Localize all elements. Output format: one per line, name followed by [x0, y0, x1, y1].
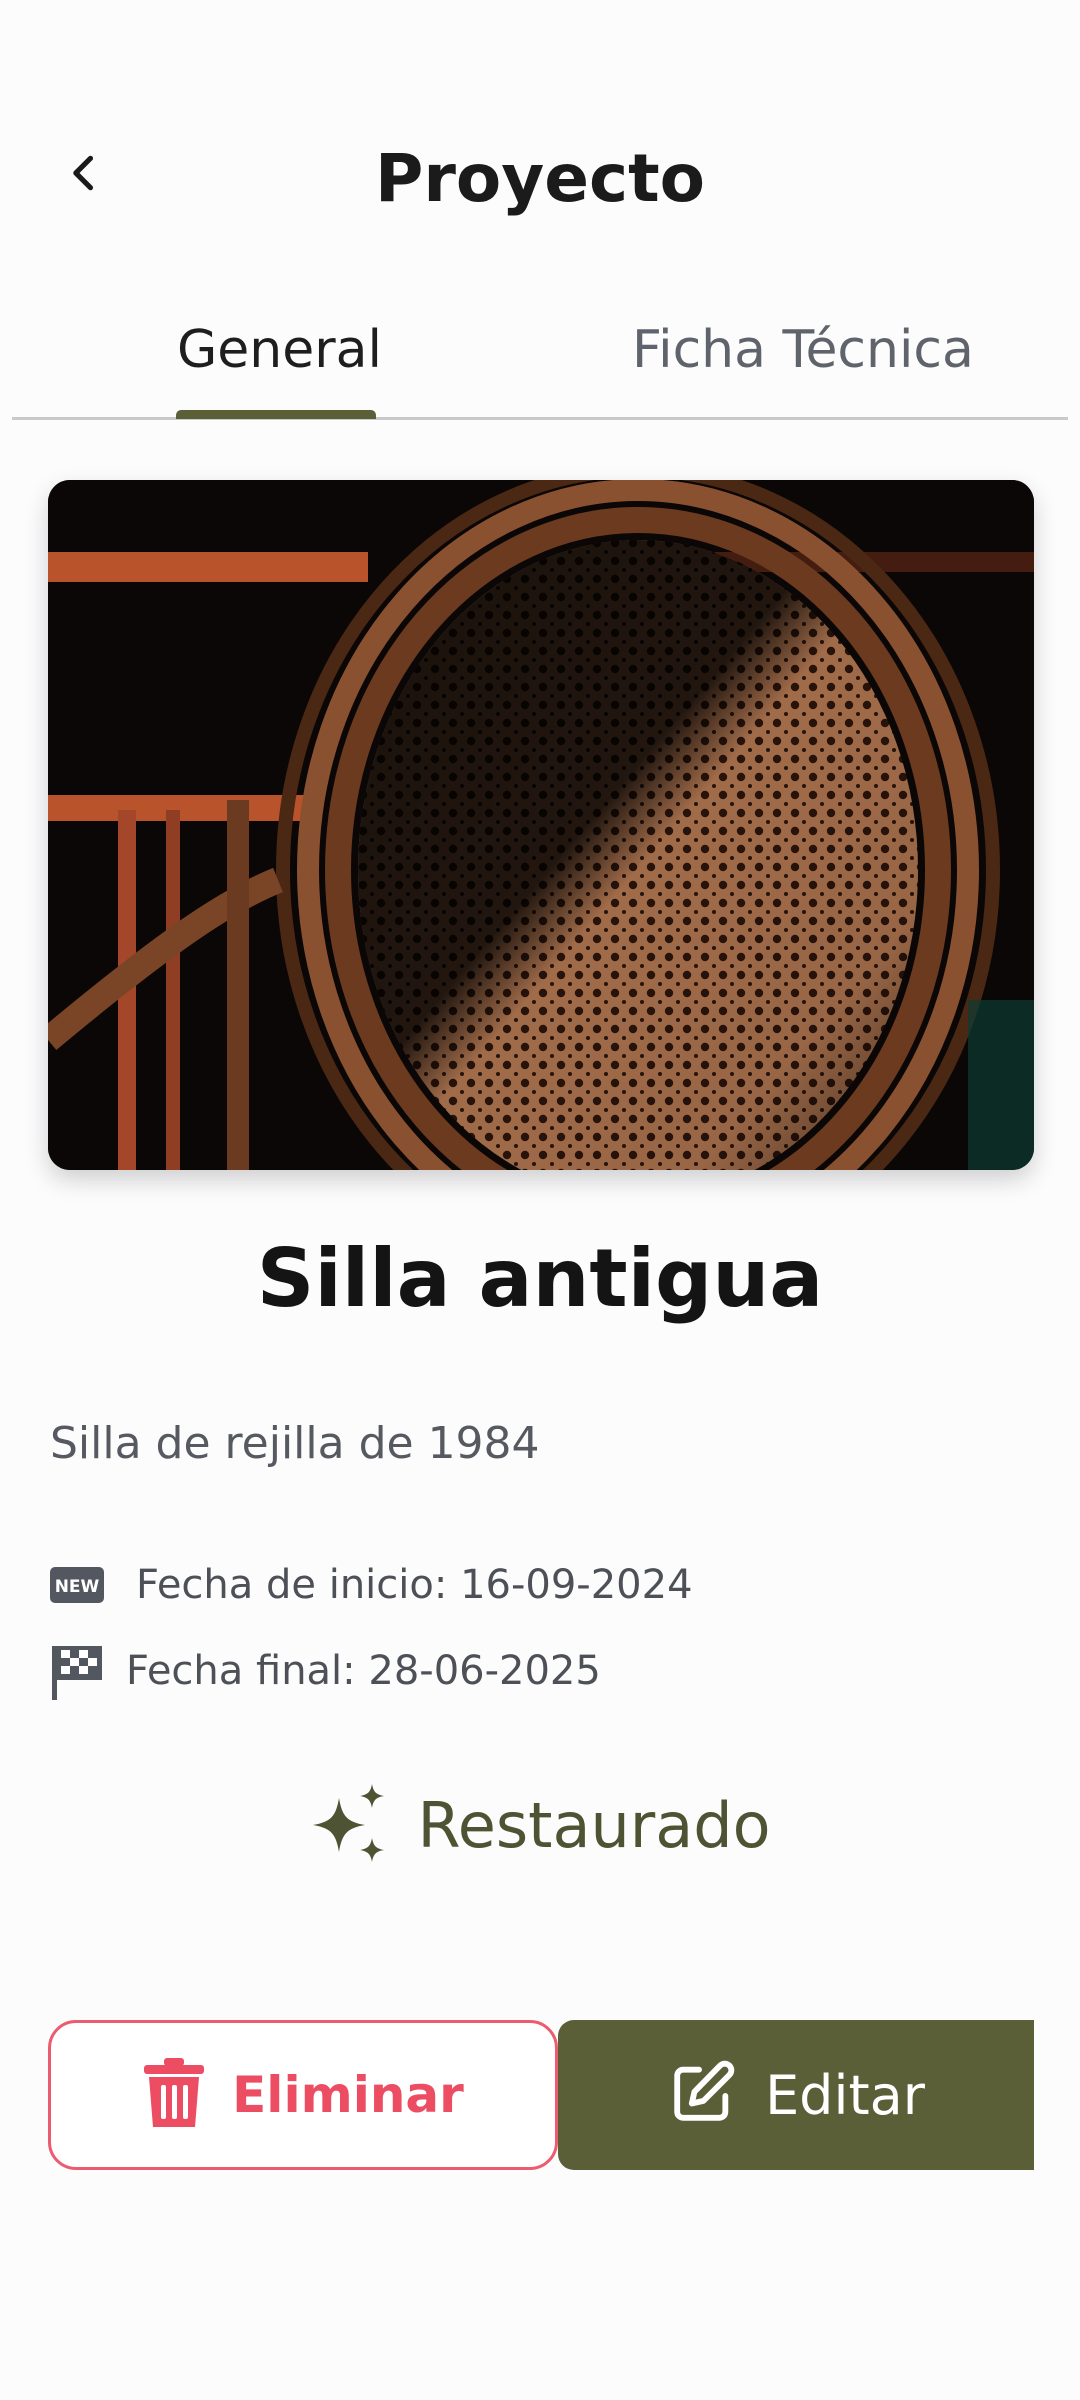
tab-ficha-tecnica[interactable]: Ficha Técnica — [632, 320, 974, 380]
tabs-divider — [12, 417, 1068, 420]
checkered-flag-icon — [48, 1642, 106, 1700]
status-label: Restaurado — [417, 1788, 771, 1862]
page-title: Proyecto — [374, 140, 706, 217]
tab-general[interactable]: General — [177, 320, 382, 380]
end-date-row: Fecha final: 28-06-2025 — [48, 1642, 601, 1700]
app-header: Proyecto — [0, 0, 1080, 270]
edit-button[interactable]: Editar — [558, 2020, 1034, 2170]
sparkles-icon — [309, 1782, 391, 1868]
project-photo — [48, 480, 1034, 1170]
delete-label: Eliminar — [232, 2066, 464, 2124]
active-tab-indicator — [176, 410, 376, 419]
end-date: Fecha final: 28-06-2025 — [126, 1648, 601, 1694]
new-badge-icon: NEW — [48, 1556, 106, 1614]
tab-bar: General Ficha Técnica — [12, 300, 1068, 420]
project-description: Silla de rejilla de 1984 — [50, 1418, 540, 1469]
edit-icon — [667, 2058, 737, 2132]
start-date-row: NEW Fecha de inicio: 16-09-2024 — [48, 1556, 693, 1614]
status-badge: Restaurado — [0, 1782, 1080, 1868]
start-date: Fecha de inicio: 16-09-2024 — [136, 1562, 693, 1608]
project-name: Silla antigua — [256, 1232, 824, 1325]
trash-icon — [142, 2057, 206, 2133]
delete-button[interactable]: Eliminar — [48, 2020, 558, 2170]
svg-text:NEW: NEW — [55, 1577, 100, 1597]
edit-label: Editar — [765, 2063, 925, 2127]
